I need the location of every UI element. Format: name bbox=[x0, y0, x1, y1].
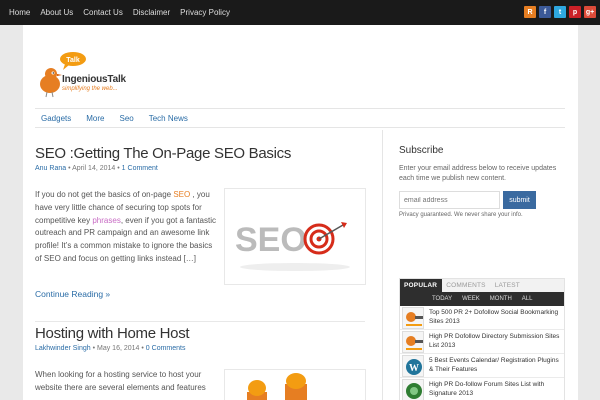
thumb-text: SEO bbox=[235, 221, 307, 259]
post-meta: Anu Rana • April 14, 2014 • 1 Comment bbox=[35, 165, 365, 172]
svg-text:W: W bbox=[409, 363, 419, 374]
tab-comments[interactable]: COMMENTS bbox=[442, 279, 491, 292]
submit-button[interactable]: submit bbox=[503, 191, 536, 209]
social-icons: Rf t p g+ bbox=[524, 6, 596, 18]
post-thumbnail[interactable]: SEO bbox=[224, 188, 366, 285]
time-filter: TODAY WEEK MONTH ALL bbox=[400, 292, 564, 306]
category-nav: Gadgets More Seo Tech News bbox=[35, 108, 565, 128]
list-item[interactable]: W 5 Best Events Calendar/ Registration P… bbox=[400, 354, 564, 378]
pinterest-icon[interactable]: p bbox=[569, 6, 581, 18]
subscribe-description: Enter your email address below to receiv… bbox=[399, 165, 557, 182]
category-seo[interactable]: Seo bbox=[114, 114, 133, 123]
nav-privacy-policy[interactable]: Privacy Policy bbox=[180, 8, 230, 17]
post-comments[interactable]: 1 Comment bbox=[122, 165, 158, 172]
googleplus-icon[interactable]: g+ bbox=[584, 6, 596, 18]
tab-popular[interactable]: POPULAR bbox=[400, 279, 443, 292]
facebook-icon[interactable]: f bbox=[539, 6, 551, 18]
post-thumb bbox=[402, 330, 424, 353]
post-thumb bbox=[402, 378, 424, 400]
popular-posts-widget: POPULAR COMMENTS LATEST TODAY WEEK MONTH… bbox=[399, 278, 565, 400]
list-item[interactable]: High PR Dofollow Directory Submission Si… bbox=[400, 330, 564, 354]
post-meta: Lakhwinder Singh • May 16, 2014 • 0 Comm… bbox=[35, 345, 365, 352]
post-thumb bbox=[402, 306, 424, 329]
list-item[interactable]: Top 500 PR 2+ Dofollow Social Bookmarkin… bbox=[400, 306, 564, 330]
column-divider bbox=[382, 130, 383, 400]
privacy-note: Privacy guaranteed. We never share your … bbox=[399, 212, 523, 218]
filter-month[interactable]: MONTH bbox=[490, 296, 512, 302]
filter-week[interactable]: WEEK bbox=[462, 296, 480, 302]
seo-target-image: SEO bbox=[235, 221, 350, 271]
list-item[interactable]: High PR Do-follow Forum Sites List with … bbox=[400, 378, 564, 400]
popular-post-title[interactable]: High PR Do-follow Forum Sites List with … bbox=[429, 381, 564, 398]
post-divider bbox=[35, 321, 365, 322]
logo-name: IngeniousTalk bbox=[62, 74, 126, 85]
subscribe-title: Subscribe bbox=[399, 145, 444, 156]
subscribe-form: submit bbox=[399, 191, 567, 209]
post-title[interactable]: Hosting with Home Host bbox=[35, 325, 365, 342]
popular-post-title[interactable]: 5 Best Events Calendar/ Registration Plu… bbox=[429, 357, 564, 374]
sidebar: Subscribe Enter your email address below… bbox=[399, 145, 567, 400]
rss-icon[interactable]: R bbox=[524, 6, 536, 18]
popular-post-title[interactable]: Top 500 PR 2+ Dofollow Social Bookmarkin… bbox=[429, 309, 564, 326]
phrases-link[interactable]: phrases bbox=[92, 216, 120, 225]
post-author[interactable]: Lakhwinder Singh bbox=[35, 345, 91, 352]
page-container: Talk IngeniousTalk simplifying the web..… bbox=[23, 25, 578, 400]
top-nav: Home About Us Contact Us Disclaimer Priv… bbox=[4, 0, 235, 25]
post-title[interactable]: SEO :Getting The On-Page SEO Basics bbox=[35, 145, 365, 162]
post-author[interactable]: Anu Rana bbox=[35, 165, 66, 172]
post-date: May 16, 2014 bbox=[97, 345, 140, 352]
post-date: April 14, 2014 bbox=[72, 165, 116, 172]
widget-tabs: POPULAR COMMENTS LATEST bbox=[400, 279, 564, 292]
logo-tagline: simplifying the web... bbox=[62, 86, 118, 92]
post-thumb: W bbox=[402, 354, 424, 377]
post: SEO :Getting The On-Page SEO Basics Anu … bbox=[35, 145, 365, 172]
filter-today[interactable]: TODAY bbox=[432, 296, 452, 302]
tab-latest[interactable]: LATEST bbox=[491, 279, 525, 292]
category-gadgets[interactable]: Gadgets bbox=[35, 114, 71, 123]
filter-all[interactable]: ALL bbox=[522, 296, 533, 302]
logo-bubble: Talk bbox=[66, 57, 80, 64]
nav-disclaimer[interactable]: Disclaimer bbox=[133, 8, 170, 17]
post: Hosting with Home Host Lakhwinder Singh … bbox=[35, 325, 365, 352]
email-input[interactable] bbox=[399, 191, 500, 209]
nav-home[interactable]: Home bbox=[9, 8, 30, 17]
continue-reading-link[interactable]: Continue Reading » bbox=[35, 289, 110, 299]
twitter-icon[interactable]: t bbox=[554, 6, 566, 18]
excerpt-text: If you do not get the basics of on-page bbox=[35, 190, 174, 199]
seo-link[interactable]: SEO bbox=[173, 190, 190, 199]
post-excerpt: When looking for a hosting service to ho… bbox=[35, 370, 206, 392]
hosting-image bbox=[247, 373, 307, 400]
category-tech-news[interactable]: Tech News bbox=[144, 114, 188, 123]
nav-contact-us[interactable]: Contact Us bbox=[83, 8, 123, 17]
post-excerpt: If you do not get the basics of on-page … bbox=[35, 189, 218, 266]
nav-about-us[interactable]: About Us bbox=[40, 8, 73, 17]
site-logo[interactable]: Talk IngeniousTalk simplifying the web..… bbox=[35, 51, 135, 111]
popular-post-title[interactable]: High PR Dofollow Directory Submission Si… bbox=[429, 333, 564, 350]
category-more[interactable]: More bbox=[81, 114, 104, 123]
post-comments[interactable]: 0 Comments bbox=[146, 345, 186, 352]
post-thumbnail[interactable] bbox=[224, 369, 366, 400]
top-bar: Home About Us Contact Us Disclaimer Priv… bbox=[0, 0, 600, 25]
